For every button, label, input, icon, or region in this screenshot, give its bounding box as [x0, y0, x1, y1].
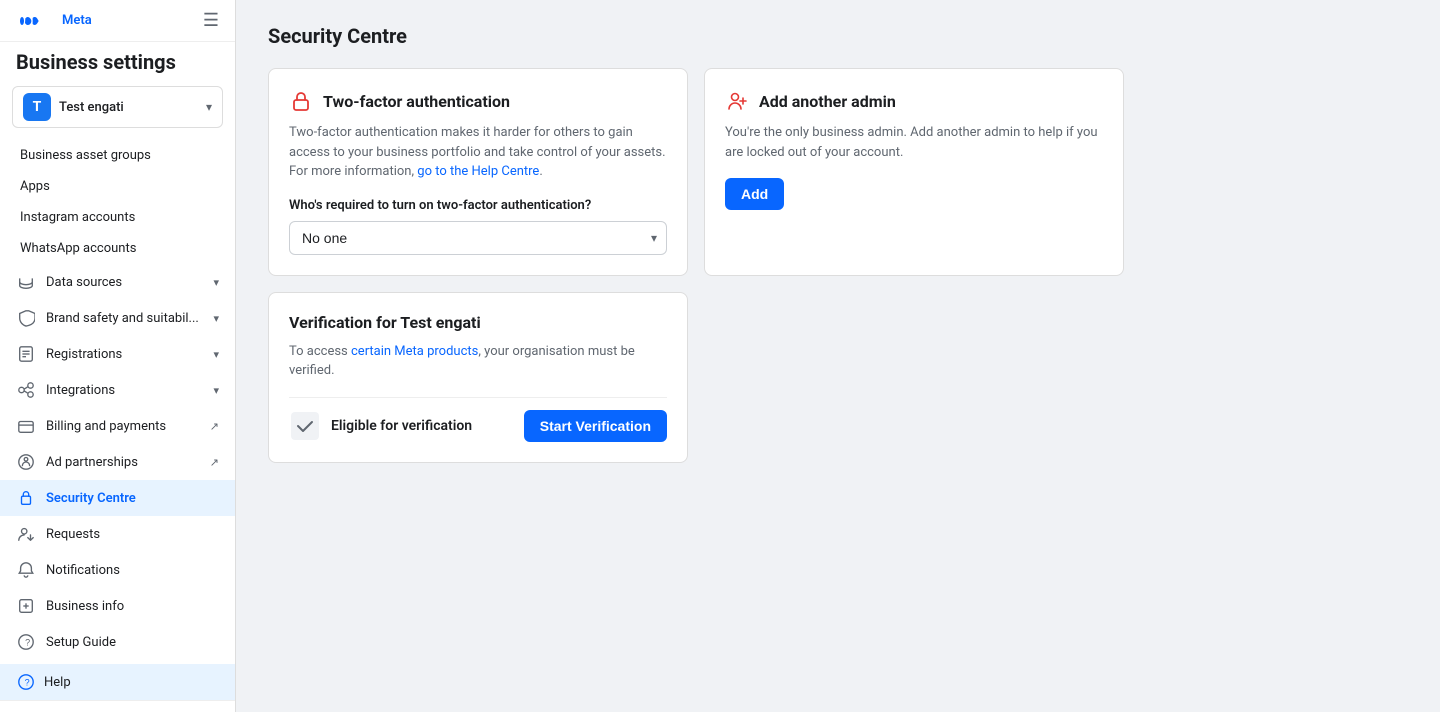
sidebar-item-help[interactable]: ? Help	[0, 664, 235, 700]
security-icon	[16, 488, 36, 508]
sidebar-item-security-centre[interactable]: Security Centre	[0, 480, 235, 516]
data-sources-icon	[16, 272, 36, 292]
add-admin-card: Add another admin You're the only busine…	[704, 68, 1124, 276]
add-admin-button[interactable]: Add	[725, 178, 784, 210]
cards-row-top: Two-factor authentication Two-factor aut…	[268, 68, 1408, 276]
two-factor-select-wrapper: No one All users Admins only ▾	[289, 221, 667, 255]
verification-desc: To access certain Meta products, your or…	[289, 342, 667, 381]
verification-title: Verification for Test engati	[289, 313, 481, 332]
page-title: Security Centre	[268, 24, 1408, 48]
sidebar-item-business-info[interactable]: Business info	[0, 588, 235, 624]
two-factor-title: Two-factor authentication	[323, 92, 510, 111]
help-icon: ?	[16, 672, 36, 692]
sidebar-nav: Business asset groups Apps Instagram acc…	[0, 136, 235, 664]
two-factor-select[interactable]: No one All users Admins only	[289, 221, 667, 255]
two-factor-desc: Two-factor authentication makes it harde…	[289, 123, 667, 182]
verification-status-label: Eligible for verification	[331, 418, 514, 434]
add-admin-desc: You're the only business admin. Add anot…	[725, 123, 1103, 162]
sidebar-item-instagram-accounts[interactable]: Instagram accounts	[0, 202, 235, 233]
svg-text:?: ?	[25, 678, 30, 688]
notifications-icon	[16, 560, 36, 580]
sidebar-footer	[0, 700, 235, 712]
main-content: Security Centre Two-factor authenticatio…	[236, 0, 1440, 712]
billing-icon	[16, 416, 36, 436]
sidebar-item-whatsapp-accounts[interactable]: WhatsApp accounts	[0, 233, 235, 264]
add-admin-card-header: Add another admin	[725, 89, 1103, 113]
sidebar-title: Business settings	[0, 42, 235, 86]
sidebar-item-apps[interactable]: Apps	[0, 171, 235, 202]
sidebar-item-notifications[interactable]: Notifications	[0, 552, 235, 588]
two-factor-question: Who's required to turn on two-factor aut…	[289, 198, 667, 213]
sidebar-item-setup-guide[interactable]: ? Setup Guide	[0, 624, 235, 660]
meta-products-link[interactable]: certain Meta products	[351, 344, 478, 359]
sidebar-item-integrations[interactable]: Integrations ▾	[0, 372, 235, 408]
svg-text:?: ?	[25, 638, 30, 648]
sidebar-item-data-sources[interactable]: Data sources ▾	[0, 264, 235, 300]
sidebar-item-registrations[interactable]: Registrations ▾	[0, 336, 235, 372]
business-info-icon	[16, 596, 36, 616]
ad-partnerships-icon	[16, 452, 36, 472]
registrations-icon	[16, 344, 36, 364]
two-factor-card-header: Two-factor authentication	[289, 89, 667, 113]
meta-logo-text: Meta	[62, 13, 92, 28]
brand-safety-icon	[16, 308, 36, 328]
person-add-icon	[725, 89, 749, 113]
chevron-right-icon: ▾	[213, 276, 219, 289]
meta-logo: Meta	[16, 13, 92, 29]
sidebar-header: Meta ☰	[0, 0, 235, 42]
two-factor-card: Two-factor authentication Two-factor aut…	[268, 68, 688, 276]
start-verification-button[interactable]: Start Verification	[524, 410, 667, 442]
verification-card-header: Verification for Test engati	[289, 313, 667, 332]
sidebar-item-ad-partnerships[interactable]: Ad partnerships ↗	[0, 444, 235, 480]
help-centre-link[interactable]: go to the Help Centre	[417, 164, 539, 179]
external-link-icon: ↗	[210, 420, 219, 433]
sidebar-item-requests[interactable]: Requests	[0, 516, 235, 552]
account-name: Test engati	[59, 100, 198, 115]
help-label: Help	[44, 675, 71, 690]
verification-row: Eligible for verification Start Verifica…	[289, 410, 667, 442]
sidebar-item-business-asset-groups[interactable]: Business asset groups	[0, 140, 235, 171]
integrations-icon	[16, 380, 36, 400]
add-admin-title: Add another admin	[759, 92, 896, 111]
chevron-right-icon: ▾	[213, 384, 219, 397]
hamburger-button[interactable]: ☰	[203, 10, 219, 31]
chevron-right-icon: ▾	[213, 348, 219, 361]
card-divider	[289, 397, 667, 398]
verification-card: Verification for Test engati To access c…	[268, 292, 688, 463]
external-link-icon: ↗	[210, 456, 219, 469]
sidebar-item-brand-safety[interactable]: Brand safety and suitabil... ▾	[0, 300, 235, 336]
requests-icon	[16, 524, 36, 544]
account-selector[interactable]: T Test engati ▾	[12, 86, 223, 128]
sidebar-item-billing-payments[interactable]: Billing and payments ↗	[0, 408, 235, 444]
chevron-right-icon: ▾	[213, 312, 219, 325]
sidebar: Meta ☰ Business settings T Test engati ▾…	[0, 0, 236, 712]
verified-badge-icon	[289, 410, 321, 442]
setup-guide-icon: ?	[16, 632, 36, 652]
lock-icon	[289, 89, 313, 113]
avatar: T	[23, 93, 51, 121]
chevron-down-icon: ▾	[206, 100, 212, 114]
